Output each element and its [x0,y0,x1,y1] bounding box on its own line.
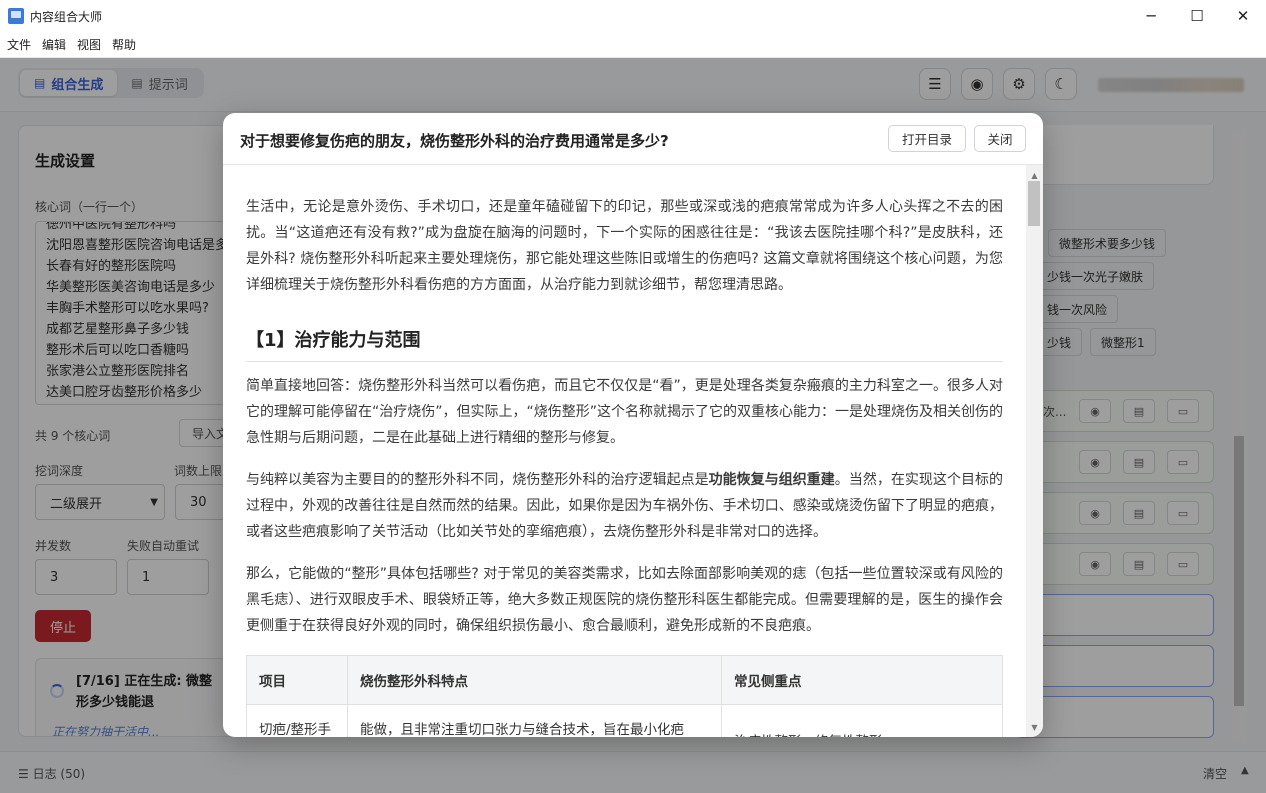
close-modal-button[interactable]: 关闭 [974,125,1026,152]
title-bar: 内容组合大师 ─ ☐ ✕ [0,0,1266,32]
minimize-button[interactable]: ─ [1128,0,1174,32]
modal-scrollbar-thumb[interactable] [1028,181,1040,226]
window-controls: ─ ☐ ✕ [1128,0,1266,32]
menu-help[interactable]: 帮助 [112,36,136,53]
table-header: 烧伤整形外科特点 [347,655,722,705]
article-body: 生活中，无论是意外烫伤、手术切口，还是童年磕碰留下的印记，那些或深或浅的疤痕常常… [246,165,1003,737]
table-row: 切疤/整形手 能做，且非常注重切口张力与缝合技术，旨在最小化疤 治疗性整形、修复… [246,704,1003,737]
article-preview-modal: 对于想要修复伤疤的朋友，烧伤整形外科的治疗费用通常是多少? 打开目录 关闭 生活… [223,113,1043,737]
table-cell: 切疤/整形手 [246,704,348,737]
table-cell: 治疗性整形、修复性整形 [721,704,1003,737]
paragraph-text: 与纯粹以美容为主要目的的整形外科不同，烧伤整形外科的治疗逻辑起点是 [246,472,709,488]
comparison-table: 项目 烧伤整形外科特点 常见侧重点 切疤/整形手 能做，且非常注重切口张力与缝合… [246,655,1003,737]
article-paragraph: 与纯粹以美容为主要目的的整形外科不同，烧伤整形外科的治疗逻辑起点是功能恢复与组织… [246,467,1003,545]
section-heading: 【1】治疗能力与范围 [246,326,1003,362]
maximize-button[interactable]: ☐ [1174,0,1220,32]
menu-file[interactable]: 文件 [7,36,31,53]
menu-edit[interactable]: 编辑 [42,36,66,53]
modal-header: 对于想要修复伤疤的朋友，烧伤整形外科的治疗费用通常是多少? 打开目录 关闭 [223,113,1043,165]
scroll-down-icon[interactable]: ▼ [1026,719,1043,735]
table-header-row: 项目 烧伤整形外科特点 常见侧重点 [246,655,1003,705]
modal-scrollbar[interactable] [1026,165,1043,737]
menu-view[interactable]: 视图 [77,36,101,53]
table-header: 常见侧重点 [721,655,1003,705]
article-paragraph: 简单直接地回答：烧伤整形外科当然可以看伤疤，而且它不仅仅是“看”，更是处理各类复… [246,378,1003,446]
table-header: 项目 [246,655,348,705]
paragraph-bold-text: 功能恢复与组织重建 [708,472,835,488]
article-intro: 生活中，无论是意外烫伤、手术切口，还是童年磕碰留下的印记，那些或深或浅的疤痕常常… [246,199,1003,293]
menu-bar: 文件 编辑 视图 帮助 [0,32,1266,58]
app-icon [8,8,24,24]
window-title: 内容组合大师 [30,9,103,24]
open-toc-button[interactable]: 打开目录 [888,125,966,152]
article-paragraph: 那么，它能做的“整形”具体包括哪些? 对于常见的美容类需求，比如去除面部影响美观… [246,566,1003,634]
table-cell: 能做，且非常注重切口张力与缝合技术，旨在最小化疤 [347,704,722,737]
close-window-button[interactable]: ✕ [1220,0,1266,32]
modal-title: 对于想要修复伤疤的朋友，烧伤整形外科的治疗费用通常是多少? [240,132,669,150]
